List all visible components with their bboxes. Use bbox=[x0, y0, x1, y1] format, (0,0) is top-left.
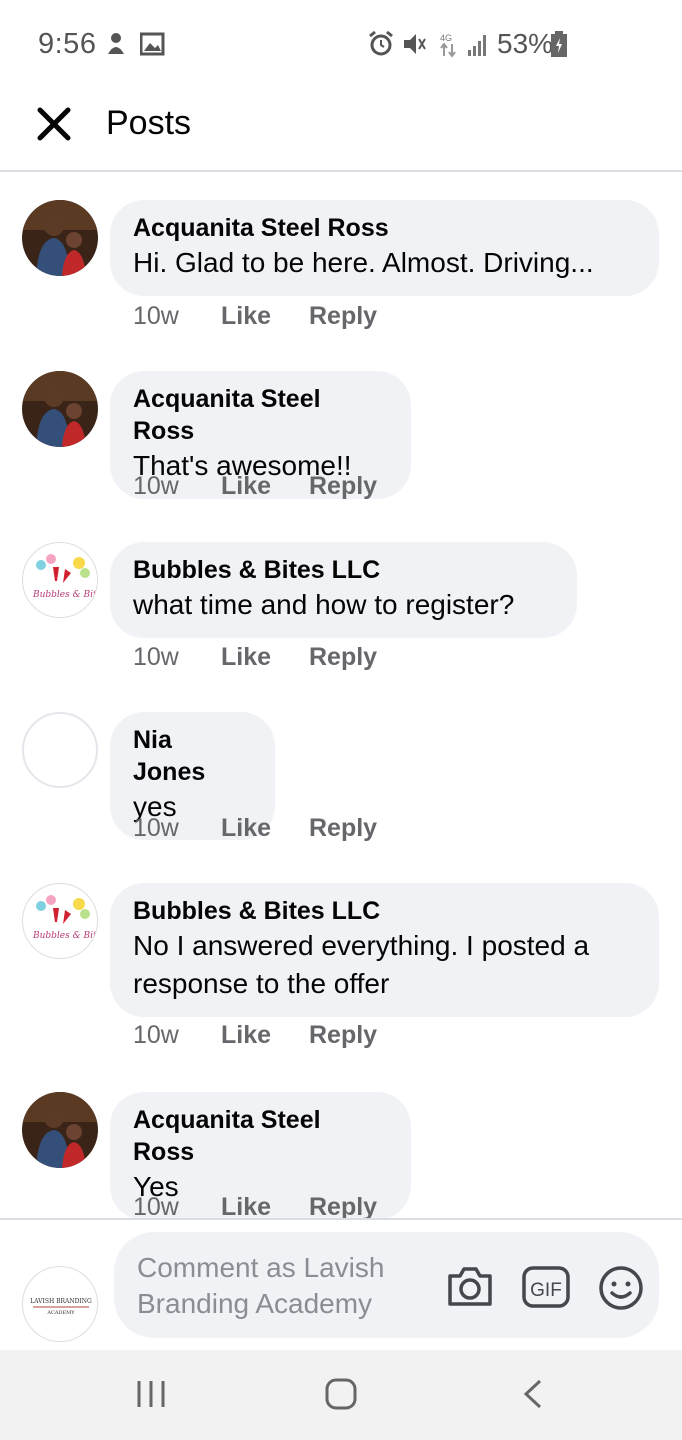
like-button[interactable]: Like bbox=[221, 472, 271, 501]
svg-text:Bubbles & Bites: Bubbles & Bites bbox=[32, 590, 98, 600]
comment-composer: LAVISH BRANDING ACADEMY Comment as Lavis… bbox=[0, 1218, 682, 1350]
reply-button[interactable]: Reply bbox=[309, 1021, 377, 1050]
battery-icon bbox=[551, 31, 567, 57]
avatar[interactable]: LAVISH BRANDING ACADEMY bbox=[22, 1266, 98, 1342]
emoji-icon[interactable] bbox=[598, 1265, 644, 1311]
reply-button[interactable]: Reply bbox=[309, 643, 377, 672]
comment-list[interactable]: Acquanita Steel Ross Hi. Glad to be here… bbox=[0, 172, 682, 1218]
comment-author[interactable]: Acquanita Steel Ross bbox=[133, 212, 635, 244]
comment-time: 10w bbox=[133, 814, 179, 842]
placeholder-line: Branding Academy bbox=[137, 1288, 373, 1319]
comment-time: 10w bbox=[133, 302, 179, 330]
like-button[interactable]: Like bbox=[221, 643, 271, 672]
comment-author[interactable]: Nia Jones bbox=[133, 724, 251, 788]
like-button[interactable]: Like bbox=[221, 1193, 271, 1218]
alarm-icon bbox=[369, 30, 393, 56]
image-icon bbox=[140, 32, 165, 56]
comment-placeholder: Comment as Lavish Branding Academy bbox=[137, 1250, 437, 1322]
vibrate-icon bbox=[404, 34, 426, 54]
avatar[interactable] bbox=[22, 371, 98, 447]
svg-text:4G: 4G bbox=[440, 33, 452, 43]
comment-author[interactable]: Bubbles & Bites LLC bbox=[133, 554, 553, 586]
avatar[interactable] bbox=[22, 200, 98, 276]
comment-time: 10w bbox=[133, 1021, 179, 1049]
comment-text-line: No I answered everything. I posted a bbox=[133, 930, 590, 961]
comment-bubble: Bubbles & Bites LLC No I answered everyt… bbox=[110, 883, 659, 1017]
system-navbar bbox=[0, 1350, 682, 1440]
lte-icon: 4G bbox=[440, 33, 456, 58]
avatar-brand-text: ACADEMY bbox=[46, 1310, 75, 1316]
avatar-brand-text: LAVISH BRANDING bbox=[30, 1298, 92, 1305]
camera-icon[interactable] bbox=[446, 1264, 494, 1308]
like-button[interactable]: Like bbox=[221, 302, 271, 331]
comment-text: what time and how to register? bbox=[133, 589, 515, 620]
avatar[interactable]: Bubbles & Bites bbox=[22, 883, 98, 959]
comment-bubble: Acquanita Steel Ross Hi. Glad to be here… bbox=[110, 200, 659, 296]
comment-input[interactable]: Comment as Lavish Branding Academy GIF bbox=[114, 1232, 659, 1338]
reply-button[interactable]: Reply bbox=[309, 302, 377, 331]
battery-percent: 53% bbox=[497, 28, 554, 59]
like-button[interactable]: Like bbox=[221, 814, 271, 843]
avatar[interactable]: Bubbles & Bites bbox=[22, 542, 98, 618]
svg-text:Bubbles & Bites: Bubbles & Bites bbox=[32, 931, 98, 941]
signal-icon bbox=[468, 35, 486, 56]
comment-time: 10w bbox=[133, 643, 179, 671]
avatar[interactable] bbox=[22, 1092, 98, 1168]
recent-apps-icon[interactable] bbox=[135, 1378, 167, 1410]
home-icon[interactable] bbox=[325, 1378, 357, 1410]
status-time: 9:56 bbox=[38, 28, 97, 60]
notification-icon bbox=[108, 33, 124, 54]
placeholder-line: Comment as Lavish bbox=[137, 1252, 385, 1283]
avatar[interactable] bbox=[22, 712, 98, 788]
reply-button[interactable]: Reply bbox=[309, 1193, 377, 1218]
back-icon[interactable] bbox=[518, 1378, 550, 1410]
page-title: Posts bbox=[106, 104, 192, 142]
comment-time: 10w bbox=[133, 1193, 179, 1218]
reply-button[interactable]: Reply bbox=[309, 472, 377, 501]
comment-author[interactable]: Bubbles & Bites LLC bbox=[133, 895, 635, 927]
comment-time: 10w bbox=[133, 472, 179, 500]
gif-icon[interactable]: GIF bbox=[522, 1266, 570, 1308]
reply-button[interactable]: Reply bbox=[309, 814, 377, 843]
comment-author[interactable]: Acquanita Steel Ross bbox=[133, 1104, 387, 1168]
gif-label: GIF bbox=[530, 1280, 562, 1301]
close-icon[interactable] bbox=[34, 104, 74, 144]
comment-text: Hi. Glad to be here. Almost. Driving... bbox=[133, 247, 594, 278]
comment-bubble: Bubbles & Bites LLC what time and how to… bbox=[110, 542, 577, 638]
status-bar: 9:56 4G 53% bbox=[0, 0, 682, 92]
comment-text-line: response to the offer bbox=[133, 968, 390, 999]
like-button[interactable]: Like bbox=[221, 1021, 271, 1050]
header: Posts bbox=[0, 92, 682, 172]
comment-author[interactable]: Acquanita Steel Ross bbox=[133, 383, 387, 447]
